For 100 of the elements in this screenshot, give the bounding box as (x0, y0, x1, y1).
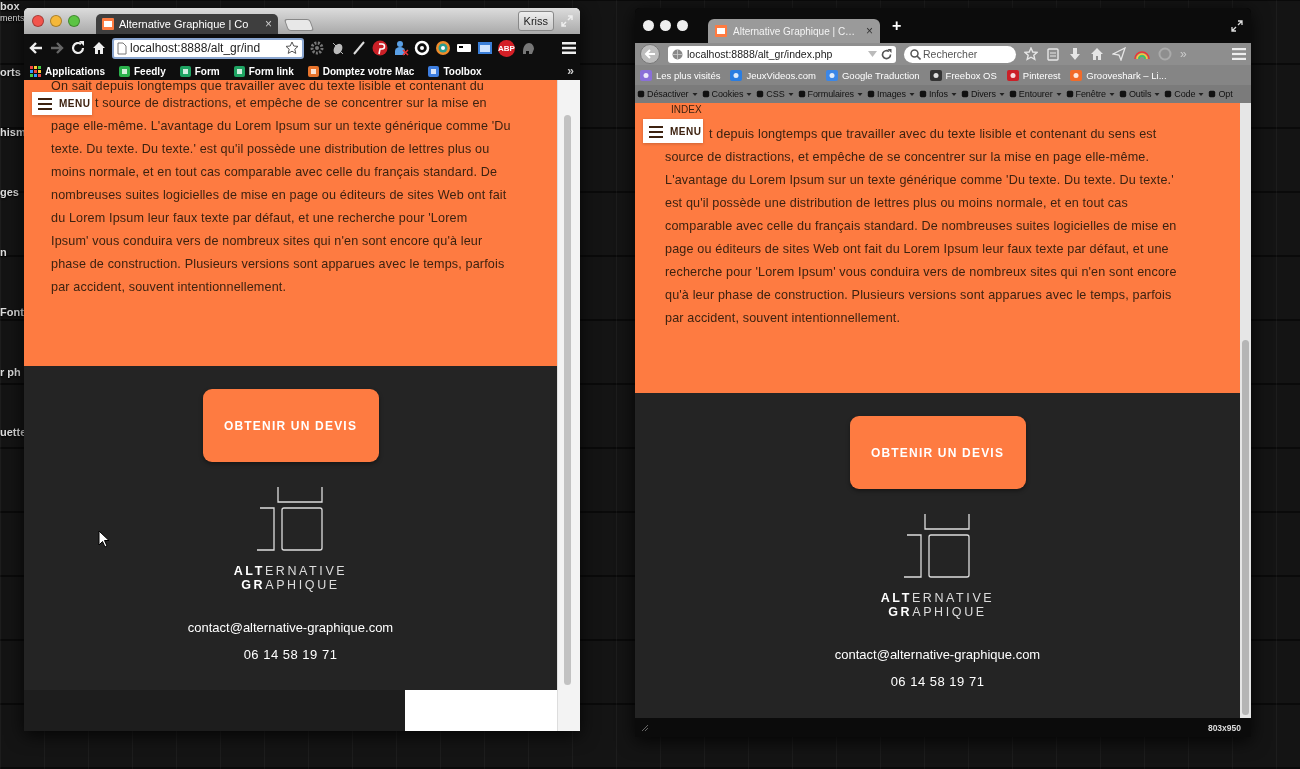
browser-tab[interactable]: Alternative Graphique | C… × (708, 19, 880, 43)
bookmark-label: Feedly (134, 65, 166, 77)
toolbar-menu[interactable]: CSS (756, 89, 795, 99)
bookmark-label: Form (194, 65, 220, 77)
scrollbar[interactable] (557, 80, 580, 731)
send-icon[interactable] (1112, 47, 1126, 61)
tab-title: Alternative Graphique | Co (119, 18, 250, 30)
bookmark-label: Pinterest (1022, 69, 1061, 81)
favicon-icon (825, 69, 838, 81)
profile-button[interactable]: Kriss (517, 11, 554, 31)
caret-icon (1153, 92, 1162, 96)
desktop-icon-label[interactable]: n (0, 246, 7, 258)
clipboard-icon[interactable] (1046, 47, 1060, 61)
back-button[interactable] (640, 44, 660, 64)
page-heading: INDEX (670, 103, 702, 117)
back-icon[interactable] (28, 40, 44, 56)
menu-icon (649, 124, 663, 138)
toolbar-menu[interactable]: Outils (1118, 89, 1162, 99)
reload-icon[interactable] (70, 40, 86, 56)
toolbar-menu[interactable]: Code (1164, 89, 1206, 99)
forward-icon[interactable] (49, 40, 65, 56)
reload-icon[interactable] (881, 48, 892, 60)
bookmark-link[interactable]: JeuxVideos.com (730, 69, 816, 81)
favicon-icon (1070, 69, 1083, 81)
tool-icon (918, 89, 927, 99)
tool-icon (797, 89, 806, 99)
new-tab-button[interactable]: + (886, 16, 908, 35)
text-line: On sait depuis longtemps que travailler avec du texte lisible et contenant du (51, 80, 484, 92)
bookmark-link[interactable]: Grooveshark – Li... (1070, 69, 1167, 81)
favicon-icon (715, 25, 727, 37)
pen-icon[interactable] (351, 40, 367, 56)
new-tab-button[interactable] (283, 19, 315, 31)
home-icon[interactable] (91, 40, 107, 56)
desktop-icon-label[interactable]: ments (0, 13, 25, 23)
desktop-icon-label[interactable]: ges (0, 186, 19, 198)
scrollbar[interactable] (1240, 103, 1251, 718)
address-bar[interactable]: localhost:8888/alt_gr/ind (112, 37, 304, 59)
toolbar-menu[interactable]: Infos (918, 89, 958, 99)
desktop-icon-label[interactable]: Font (0, 306, 24, 318)
tab-close-button[interactable]: × (265, 17, 272, 31)
menu-icon[interactable] (562, 42, 576, 54)
toolbar-menu[interactable]: Fenêtre (1065, 89, 1116, 99)
person-icon[interactable] (393, 40, 409, 56)
email-link[interactable]: contact@alternative-graphique.com (834, 647, 1041, 662)
star-icon[interactable] (285, 41, 299, 55)
bookmark-link[interactable]: Les plus visités (640, 69, 721, 81)
minimize-button[interactable] (660, 20, 671, 31)
bookmark-link[interactable]: Form (179, 65, 220, 77)
tab-close-button[interactable]: × (866, 24, 873, 38)
toolbar-menu[interactable]: Désactiver (637, 89, 699, 99)
text-line: source de distractions, et empêche de se concentrer sur la mise en page elle-même. (665, 149, 1150, 166)
bookmark-link[interactable]: Google Traduction (825, 69, 920, 81)
bookmark-link[interactable]: Toolbox (428, 65, 482, 77)
overflow-chevron[interactable]: » (567, 64, 574, 78)
desktop-icon-label[interactable]: box (0, 0, 20, 12)
browser-tab[interactable]: Alternative Graphique | Co × (96, 14, 278, 34)
scrollbar-thumb[interactable] (1242, 340, 1249, 715)
desktop-icon-label[interactable]: r ph (0, 366, 21, 378)
fullscreen-icon[interactable] (1231, 19, 1243, 32)
globe-icon (672, 48, 683, 60)
close-window-button[interactable] (643, 20, 654, 31)
pin-icon[interactable] (372, 40, 388, 56)
bookmark-link[interactable]: Applications (30, 65, 105, 77)
back-icon (644, 48, 656, 60)
bookmark-label: Form link (248, 65, 294, 77)
bookmark-link[interactable]: Pinterest (1006, 69, 1061, 81)
desktop-icon-label[interactable]: orts (0, 66, 21, 78)
toolbar-menu[interactable]: Images (867, 89, 916, 99)
gear-icon[interactable] (309, 40, 325, 56)
tool-icon (701, 89, 710, 99)
search-field[interactable]: Rechercher (904, 45, 1016, 63)
ring-icon[interactable] (414, 40, 430, 56)
toolbar-menu[interactable]: Formulaires (797, 89, 864, 99)
toolbar-menu[interactable]: Divers (960, 89, 1006, 99)
toolbar-menu[interactable]: Cookies (701, 89, 754, 99)
target-icon[interactable] (435, 40, 451, 56)
phone-number: 06 14 58 19 71 (243, 647, 338, 662)
bookmark-link[interactable]: Form link (233, 65, 294, 77)
page-icon (117, 41, 127, 55)
favicon-icon (640, 69, 652, 81)
adblock-badge[interactable]: ABP (498, 39, 515, 57)
rainbow-icon[interactable] (1134, 49, 1150, 59)
bookmark-label: JeuxVideos.com (746, 69, 816, 81)
menu-button[interactable]: MENU (643, 119, 703, 143)
bookmark-link[interactable]: Feedly (119, 65, 166, 77)
toolbar-menu[interactable]: Opt (1208, 89, 1233, 99)
favicon-icon (1006, 69, 1019, 81)
window-icon[interactable] (477, 40, 493, 56)
address-bar[interactable]: localhost:8888/alt_gr/index.php (668, 45, 896, 63)
download-icon[interactable] (1068, 47, 1082, 61)
bookmark-link[interactable]: Freebox OS (929, 69, 997, 81)
zoom-button[interactable] (677, 20, 688, 31)
text-line: recherche pour 'Lorem Ipsum' vous conduira vers de nombreux sites qui n'en sont encore (665, 264, 1177, 281)
toolbar-menu[interactable]: Entourer (1008, 89, 1063, 99)
text-line: nombreuses suites logicielles de mise en page ou éditeurs de sites Web ont fait (51, 187, 507, 204)
tool-icon (1208, 89, 1217, 99)
scrollbar-thumb[interactable] (564, 115, 571, 685)
email-link[interactable]: contact@alternative-graphique.com (187, 620, 394, 635)
menu-button[interactable]: MENU (32, 92, 92, 115)
beetle-icon[interactable] (330, 40, 346, 56)
